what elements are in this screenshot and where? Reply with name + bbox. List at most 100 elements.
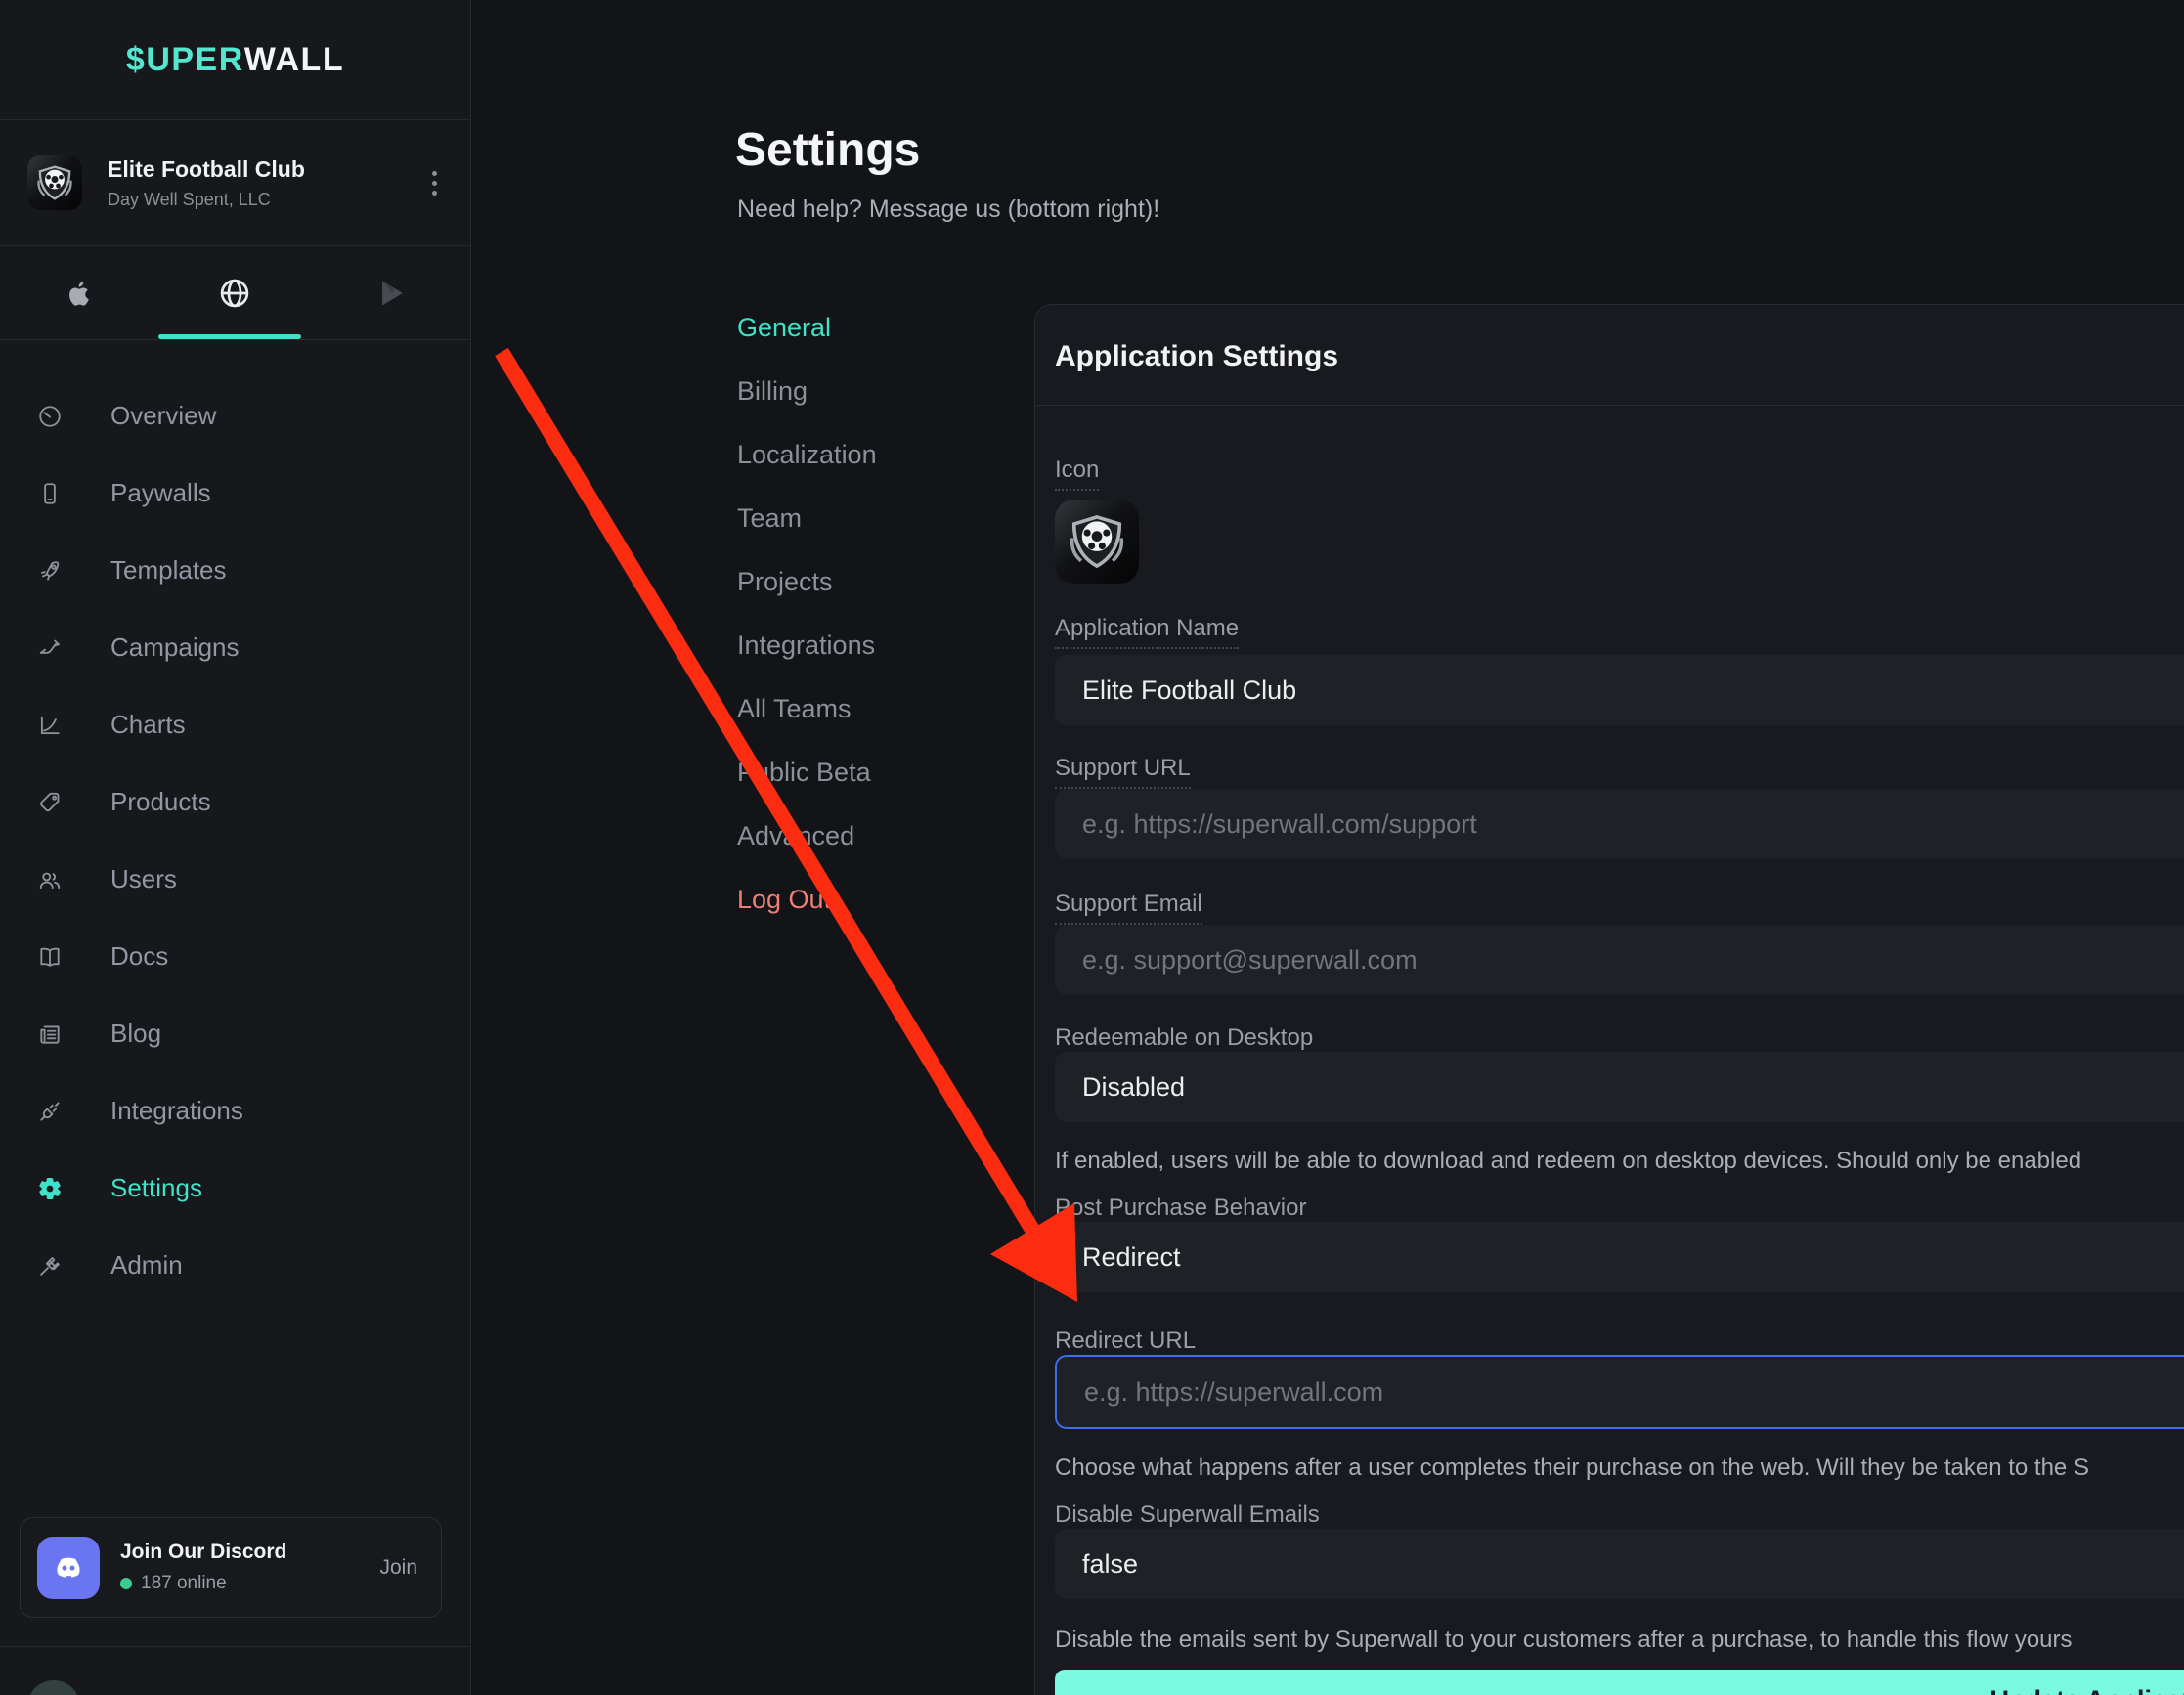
disable-superwall-emails-label: Disable Superwall Emails <box>1055 1501 1320 1529</box>
sidebar-item-label: Overview <box>110 401 216 431</box>
panel-body: Icon Application Name Support URL Suppor… <box>1035 406 2184 1695</box>
application-icon-preview[interactable] <box>1055 500 1139 584</box>
redeemable-on-desktop-select[interactable]: Disabled <box>1055 1052 2184 1122</box>
page-title: Settings <box>735 123 920 177</box>
superwall-settings-page: { "colors": { "accent_teal": "#3fe2c8", … <box>0 0 2184 1695</box>
team-avatar <box>27 1680 80 1695</box>
redirect-url-help-text: Choose what happens after a user complet… <box>1055 1455 2184 1482</box>
sidebar-item-users[interactable]: Users <box>0 841 470 918</box>
panel-title: Application Settings <box>1035 305 2184 406</box>
plug-icon <box>37 1099 63 1124</box>
apple-icon <box>62 277 95 310</box>
redeemable-on-desktop-label: Redeemable on Desktop <box>1055 1024 1313 1052</box>
post-purchase-behavior-select[interactable]: Redirect <box>1055 1222 2184 1292</box>
redeemable-help-text: If enabled, users will be able to downlo… <box>1055 1148 2184 1175</box>
redirect-url-label: Redirect URL <box>1055 1327 1196 1355</box>
sidebar-item-docs[interactable]: Docs <box>0 918 470 995</box>
application-name-input[interactable] <box>1055 655 2184 725</box>
sidebar-item-blog[interactable]: Blog <box>0 995 470 1072</box>
page-subtitle: Need help? Message us (bottom right)! <box>737 196 1159 224</box>
sidebar-item-integrations[interactable]: Integrations <box>0 1072 470 1150</box>
book-icon <box>37 944 63 970</box>
discord-online-count: 187 online <box>141 1573 227 1594</box>
discord-join-button[interactable]: Join <box>379 1556 417 1580</box>
platform-tabs <box>0 246 470 340</box>
sidebar-item-label: Settings <box>110 1173 202 1203</box>
post-purchase-behavior-label: Post Purchase Behavior <box>1055 1195 1306 1222</box>
support-email-label: Support Email <box>1055 891 1202 925</box>
support-email-input[interactable] <box>1055 925 2184 995</box>
sidebar-item-label: Docs <box>110 941 168 972</box>
sidebar-nav: Overview Paywalls Templates Campaigns Ch… <box>0 340 470 1304</box>
disable-emails-help-text: Disable the emails sent by Superwall to … <box>1055 1627 2184 1654</box>
disable-superwall-emails-select[interactable]: false <box>1055 1529 2184 1599</box>
settings-nav-team[interactable]: Team <box>737 487 877 550</box>
tag-icon <box>37 790 63 815</box>
settings-nav-billing[interactable]: Billing <box>737 360 877 423</box>
active-tab-underline <box>158 334 301 339</box>
settings-nav-advanced[interactable]: Advanced <box>737 804 877 868</box>
settings-nav-projects[interactable]: Projects <box>737 550 877 614</box>
app-company: Day Well Spent, LLC <box>108 190 305 210</box>
app-meta: Elite Football Club Day Well Spent, LLC <box>108 156 305 210</box>
sidebar-item-label: Users <box>110 864 177 894</box>
logo-accent-text: $UPER <box>126 41 244 79</box>
settings-nav-all-teams[interactable]: All Teams <box>737 677 877 741</box>
chart-line-icon <box>37 713 63 738</box>
sidebar-item-label: Campaigns <box>110 632 240 663</box>
users-icon <box>37 867 63 892</box>
sidebar-item-templates[interactable]: Templates <box>0 532 470 609</box>
sidebar-item-label: Products <box>110 787 211 817</box>
update-application-button[interactable]: Update Application <box>1055 1670 2184 1695</box>
gavel-icon <box>37 1253 63 1279</box>
settings-nav-integrations[interactable]: Integrations <box>737 614 877 677</box>
settings-nav-localization[interactable]: Localization <box>737 423 877 487</box>
support-url-label: Support URL <box>1055 755 1191 789</box>
tab-platform-web[interactable] <box>156 246 313 339</box>
sidebar-item-overview[interactable]: Overview <box>0 377 470 455</box>
sidebar-item-label: Templates <box>110 555 227 586</box>
app-switcher[interactable]: Elite Football Club Day Well Spent, LLC <box>0 120 470 246</box>
sidebar-item-settings[interactable]: Settings <box>0 1150 470 1227</box>
app-options-menu-icon[interactable] <box>426 165 443 201</box>
gauge-icon <box>37 404 63 429</box>
discord-meta: Join Our Discord 187 online <box>120 1541 286 1594</box>
settings-section-nav: General Billing Localization Team Projec… <box>737 296 877 932</box>
sidebar-item-label: Integrations <box>110 1096 243 1126</box>
settings-nav-public-beta[interactable]: Public Beta <box>737 741 877 804</box>
smartphone-icon <box>37 481 63 506</box>
discord-logo-icon <box>37 1537 100 1599</box>
newspaper-icon <box>37 1021 63 1047</box>
online-status-dot <box>120 1578 132 1589</box>
globe-icon <box>217 276 252 311</box>
superwall-logo[interactable]: $UPERWALL <box>0 0 470 120</box>
icon-field-label: Icon <box>1055 456 1099 491</box>
discord-card[interactable]: Join Our Discord 187 online Join <box>20 1517 442 1618</box>
logo-rest-text: WALL <box>244 41 344 79</box>
sidebar-item-admin[interactable]: Admin <box>0 1227 470 1304</box>
support-url-input[interactable] <box>1055 789 2184 859</box>
discord-title: Join Our Discord <box>120 1541 286 1564</box>
google-play-icon <box>375 277 409 310</box>
gear-icon <box>37 1176 63 1201</box>
redirect-arrow-icon <box>37 635 63 661</box>
app-name: Elite Football Club <box>108 156 305 183</box>
sidebar-item-label: Paywalls <box>110 478 211 508</box>
sidebar-item-products[interactable]: Products <box>0 763 470 841</box>
sidebar-item-charts[interactable]: Charts <box>0 686 470 763</box>
tab-platform-android[interactable] <box>314 246 470 339</box>
tab-platform-apple[interactable] <box>0 246 156 339</box>
rocket-icon <box>37 558 63 584</box>
sidebar-item-paywalls[interactable]: Paywalls <box>0 455 470 532</box>
settings-nav-log-out[interactable]: Log Out <box>737 868 877 932</box>
sidebar-item-label: Admin <box>110 1250 183 1281</box>
settings-nav-general[interactable]: General <box>737 296 877 360</box>
redirect-url-input[interactable] <box>1055 1355 2184 1429</box>
application-name-label: Application Name <box>1055 615 1239 649</box>
application-settings-panel: Application Settings Icon Application Na… <box>1034 304 2184 1695</box>
sidebar: $UPERWALL Elite Football Club Day Well S… <box>0 0 471 1695</box>
sidebar-item-campaigns[interactable]: Campaigns <box>0 609 470 686</box>
team-switcher[interactable]: Team Superwall <box>0 1646 471 1695</box>
app-icon-football-crest <box>27 155 82 210</box>
sidebar-item-label: Charts <box>110 710 186 740</box>
